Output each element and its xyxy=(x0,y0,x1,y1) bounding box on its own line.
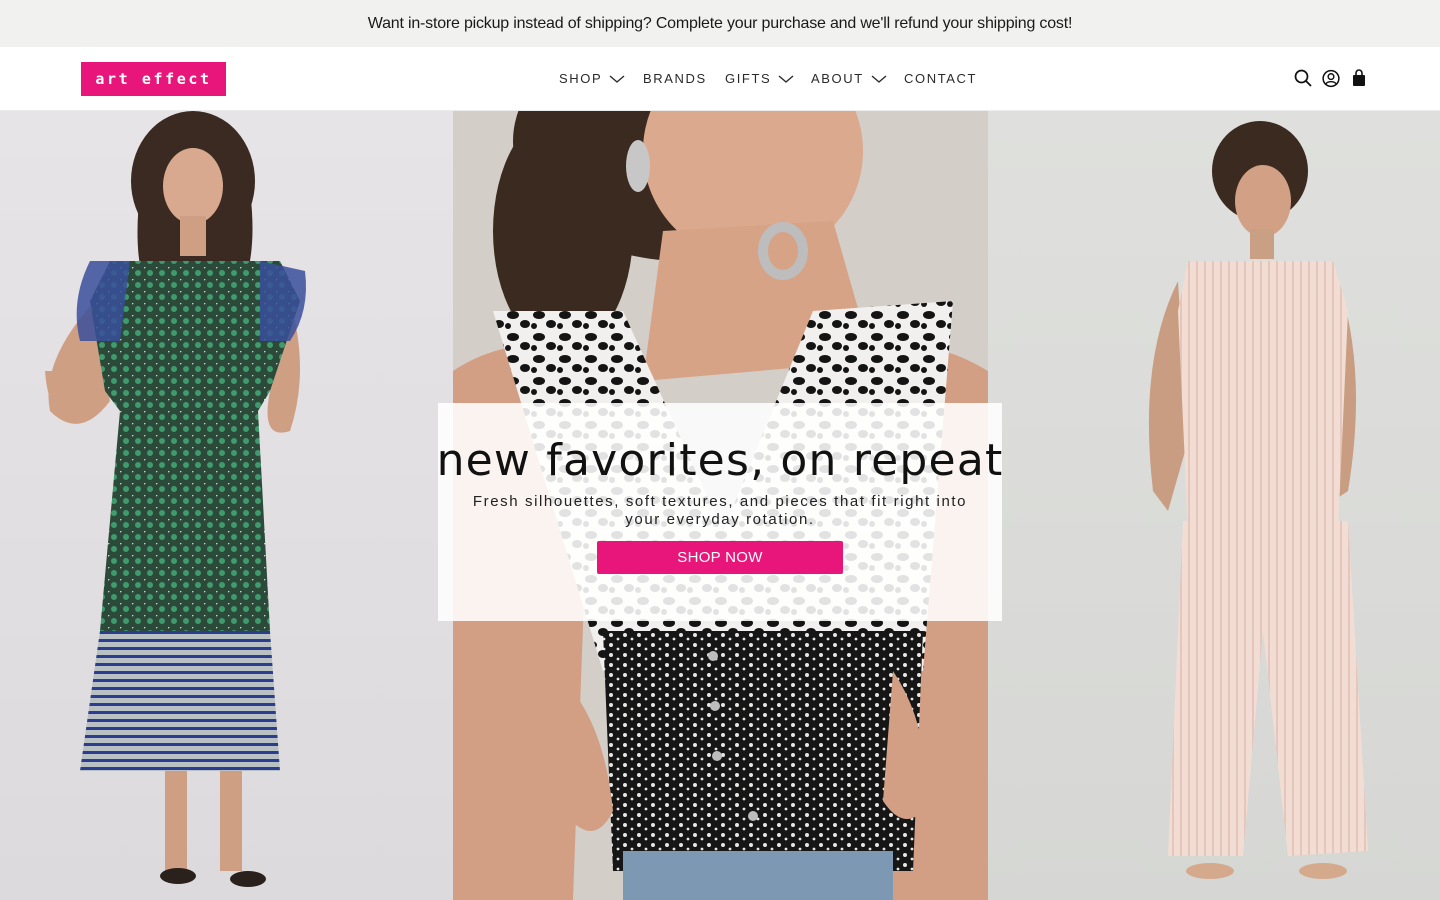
hero-promo-card: new favorites, on repeat Fresh silhouett… xyxy=(436,403,1004,621)
nav-item-contact[interactable]: CONTACT xyxy=(904,71,977,86)
search-icon[interactable] xyxy=(1294,68,1312,88)
hero-banner: new favorites, on repeat Fresh silhouett… xyxy=(0,111,1440,900)
account-icon[interactable] xyxy=(1322,68,1340,88)
nav-label: GIFTS xyxy=(725,71,772,86)
nav-item-about[interactable]: ABOUT xyxy=(811,71,888,86)
cart-icon[interactable] xyxy=(1350,68,1368,88)
nav-label: BRANDS xyxy=(643,71,707,86)
chevron-down-icon xyxy=(778,74,794,83)
header-icons xyxy=(1294,68,1368,88)
hero-image-left xyxy=(0,111,453,900)
nav-item-shop[interactable]: SHOP xyxy=(559,71,626,86)
chevron-down-icon xyxy=(609,74,625,83)
shop-now-button[interactable]: SHOP NOW xyxy=(597,541,843,574)
nav-label: SHOP xyxy=(559,71,603,86)
announcement-bar: Want in-store pickup instead of shipping… xyxy=(0,0,1440,47)
announcement-text: Want in-store pickup instead of shipping… xyxy=(367,14,1073,32)
site-header: art effect SHOP BRANDS GIFTS ABOUT CONTA… xyxy=(0,47,1440,111)
hero-subtitle: Fresh silhouettes, soft textures, and pi… xyxy=(472,493,968,528)
nav-item-brands[interactable]: BRANDS xyxy=(643,71,707,86)
hero-title: new favorites, on repeat xyxy=(436,435,1004,486)
chevron-down-icon xyxy=(871,74,887,83)
nav-label: ABOUT xyxy=(811,71,864,86)
logo[interactable]: art effect xyxy=(81,62,226,96)
hero-image-right xyxy=(988,111,1440,900)
nav-item-gifts[interactable]: GIFTS xyxy=(725,71,795,86)
nav-label: CONTACT xyxy=(904,71,978,86)
